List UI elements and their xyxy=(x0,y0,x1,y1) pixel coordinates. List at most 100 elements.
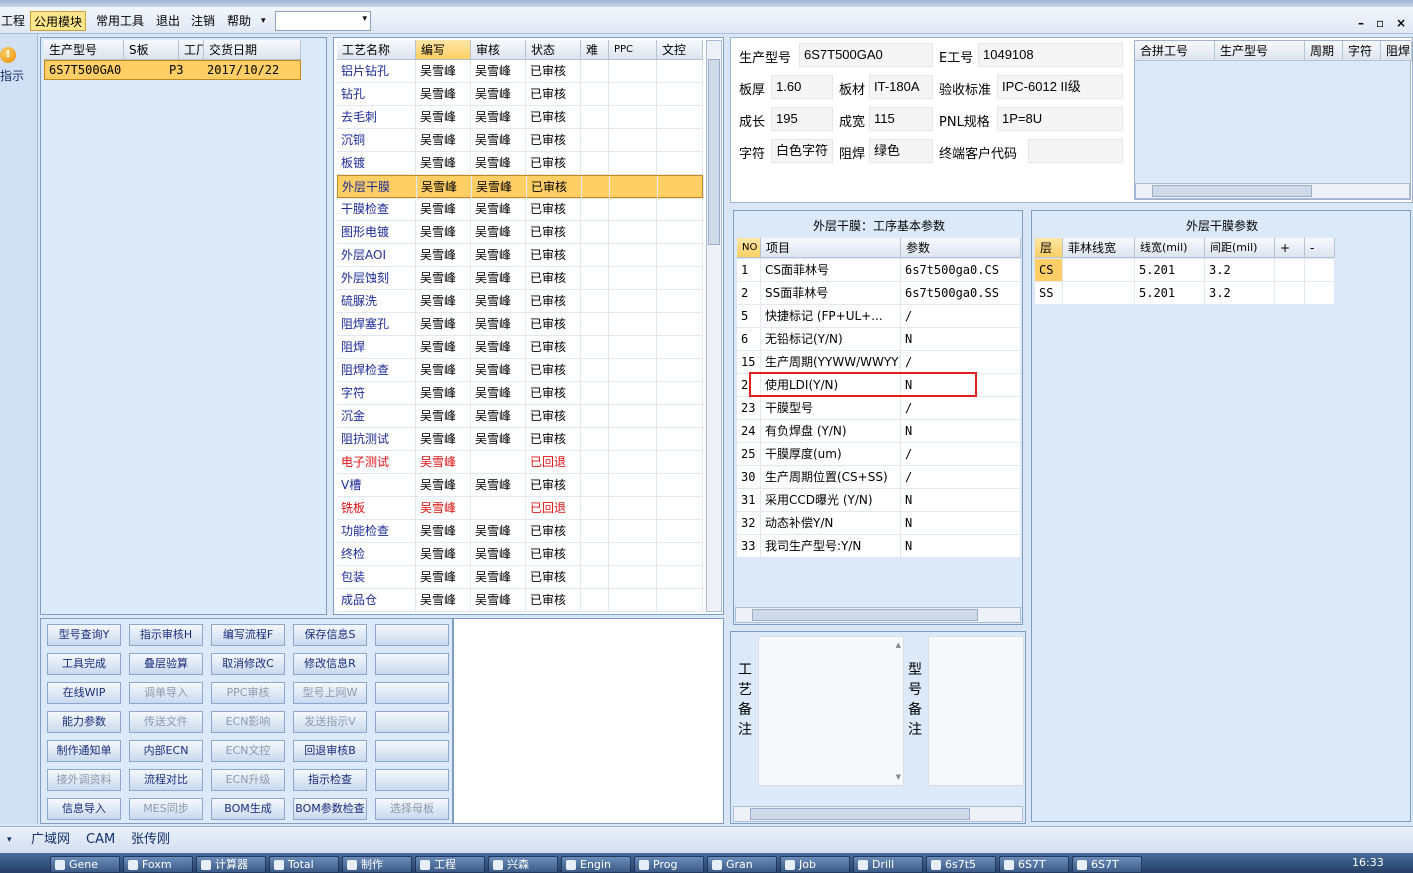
param-cell-no[interactable]: 2 xyxy=(737,282,761,305)
param-cell-val[interactable]: 6s7t500ga0.SS xyxy=(901,282,1021,305)
std-field[interactable]: IPC-6012 II级 xyxy=(997,75,1123,99)
minimize-icon[interactable]: – xyxy=(1358,16,1364,30)
outer-header-film[interactable]: 菲林线宽 xyxy=(1063,238,1135,258)
taskbar-item[interactable]: Foxm xyxy=(123,856,193,873)
action-button[interactable]: 指示审核H xyxy=(129,624,203,646)
param-cell-item[interactable]: 生产周期(YYWW/WWYY) xyxy=(761,351,901,374)
menu-combo[interactable] xyxy=(275,11,371,31)
model-field[interactable]: 6S7T500GA0 xyxy=(799,43,933,67)
process-row[interactable]: 外层蚀刻 吴雪峰 吴雪峰 已审核 xyxy=(334,267,706,290)
param-cell-item[interactable]: 我司生产型号:Y/N xyxy=(761,535,901,558)
process-row[interactable]: 功能检查 吴雪峰 吴雪峰 已审核 xyxy=(334,520,706,543)
process-vscroll-thumb[interactable] xyxy=(708,59,720,245)
merge-header-model[interactable]: 生产型号 xyxy=(1215,41,1305,61)
process-row[interactable]: 沉金 吴雪峰 吴雪峰 已审核 xyxy=(334,405,706,428)
param-cell-item[interactable]: 动态补偿Y/N xyxy=(761,512,901,535)
menu-project[interactable]: 工程 xyxy=(0,11,28,31)
menu-exit[interactable]: 退出 xyxy=(153,11,183,31)
mask-field[interactable]: 绿色 xyxy=(869,139,933,163)
mat-field[interactable]: IT-180A xyxy=(869,75,933,99)
outer-cell-empty[interactable] xyxy=(1305,282,1335,305)
param-cell-no[interactable]: 32 xyxy=(737,512,761,535)
param-cell-val[interactable]: N xyxy=(901,420,1021,443)
process-row[interactable]: 板镀 吴雪峰 吴雪峰 已审核 xyxy=(334,152,706,175)
merge-header-cycle[interactable]: 周期 xyxy=(1305,41,1343,61)
proc-header-reviewer[interactable]: 审核 xyxy=(471,40,526,60)
action-button[interactable]: 叠层验算 xyxy=(129,653,203,675)
outer-cell-sp[interactable]: 3.2 xyxy=(1205,282,1275,305)
orders-header-s[interactable]: S板 xyxy=(124,40,179,60)
param-cell-val[interactable]: N xyxy=(901,512,1021,535)
action-button[interactable]: ECN影响 xyxy=(211,711,285,733)
process-row[interactable]: 干膜检查 吴雪峰 吴雪峰 已审核 xyxy=(334,198,706,221)
order-row-selected[interactable]: 6S7T500GA0 P3 2017/10/22 xyxy=(44,60,301,80)
param-cell-item[interactable]: 采用CCD曝光 (Y/N) xyxy=(761,489,901,512)
action-button[interactable]: MES同步 xyxy=(129,798,203,820)
process-row[interactable]: 沉铜 吴雪峰 吴雪峰 已审核 xyxy=(334,129,706,152)
action-button[interactable]: PPC审核 xyxy=(211,682,285,704)
outer-cell-layer[interactable]: SS xyxy=(1035,282,1063,305)
merge-header-mask[interactable]: 阻焊 xyxy=(1381,41,1412,61)
outer-cell-layer[interactable]: CS xyxy=(1035,259,1063,282)
outer-header-plus[interactable]: + xyxy=(1275,238,1305,258)
param-cell-item[interactable]: 干膜型号 xyxy=(761,397,901,420)
param-cell-no[interactable]: 24 xyxy=(737,420,761,443)
param-cell-no[interactable]: 30 xyxy=(737,466,761,489)
orders-header-model[interactable]: 生产型号 xyxy=(44,40,124,60)
cust-field[interactable] xyxy=(1028,139,1123,163)
taskbar-item[interactable]: Gene xyxy=(50,856,120,873)
orders-header-factory[interactable]: 工厂 xyxy=(179,40,204,60)
outer-cell-sp[interactable]: 3.2 xyxy=(1205,259,1275,282)
action-button[interactable] xyxy=(375,740,449,762)
action-button[interactable]: 调单导入 xyxy=(129,682,203,704)
action-button[interactable]: 发送指示V xyxy=(293,711,367,733)
action-button[interactable]: 型号上网W xyxy=(293,682,367,704)
indicator-icon[interactable]: ! xyxy=(0,47,16,63)
action-button[interactable]: 内部ECN xyxy=(129,740,203,762)
menu-help[interactable]: 帮助 xyxy=(224,11,254,31)
action-button[interactable]: 回退审核B xyxy=(293,740,367,762)
param-cell-no[interactable]: 6 xyxy=(737,328,761,351)
process-row[interactable]: 包装 吴雪峰 吴雪峰 已审核 xyxy=(334,566,706,589)
e-no-field[interactable]: 1049108 xyxy=(978,43,1123,67)
action-button[interactable] xyxy=(375,653,449,675)
outer-cell-film[interactable] xyxy=(1063,259,1135,282)
action-button[interactable]: ECN文控 xyxy=(211,740,285,762)
restore-icon[interactable]: ▫ xyxy=(1376,16,1384,30)
param-cell-item[interactable]: 干膜厚度(um) xyxy=(761,443,901,466)
process-row[interactable]: 图形电镀 吴雪峰 吴雪峰 已审核 xyxy=(334,221,706,244)
outer-cell-empty[interactable] xyxy=(1275,259,1305,282)
outer-header-lw[interactable]: 线宽(mil) xyxy=(1135,238,1205,258)
param-cell-no[interactable]: 15 xyxy=(737,351,761,374)
params-hscroll[interactable] xyxy=(735,607,1021,623)
param-cell-val[interactable]: / xyxy=(901,305,1021,328)
action-button[interactable] xyxy=(375,624,449,646)
strip-label[interactable]: 指示 xyxy=(0,67,24,84)
outer-cell-empty[interactable] xyxy=(1305,259,1335,282)
process-row[interactable]: 字符 吴雪峰 吴雪峰 已审核 xyxy=(334,382,706,405)
taskbar-item[interactable]: 6S7T xyxy=(1072,856,1142,873)
param-cell-no[interactable]: 25 xyxy=(737,443,761,466)
outer-cell-lw[interactable]: 5.201 xyxy=(1135,282,1205,305)
param-cell-item[interactable]: 无铅标记(Y/N) xyxy=(761,328,901,351)
process-row[interactable]: 阻焊检查 吴雪峰 吴雪峰 已审核 xyxy=(334,359,706,382)
len-field[interactable]: 195 xyxy=(771,107,833,131)
params-header-no[interactable]: NO xyxy=(737,238,761,258)
param-cell-val[interactable]: N xyxy=(901,328,1021,351)
process-row[interactable]: 阻焊塞孔 吴雪峰 吴雪峰 已审核 xyxy=(334,313,706,336)
process-vscroll[interactable] xyxy=(706,40,722,612)
char-field[interactable]: 白色字符 xyxy=(771,139,833,163)
action-button[interactable] xyxy=(375,711,449,733)
outer-header-minus[interactable]: - xyxy=(1305,238,1335,258)
params-hscroll-thumb[interactable] xyxy=(752,609,978,621)
taskbar-item[interactable]: 兴森 xyxy=(488,856,558,873)
param-cell-val[interactable]: N xyxy=(901,489,1021,512)
outer-cell-empty[interactable] xyxy=(1275,282,1305,305)
taskbar-item[interactable]: 6S7T xyxy=(999,856,1069,873)
action-button[interactable]: 制作通知单 xyxy=(47,740,121,762)
action-button[interactable]: 选择母板 xyxy=(375,798,449,820)
outer-cell-film[interactable] xyxy=(1063,282,1135,305)
status-dropdown-icon[interactable]: ▾ xyxy=(7,831,12,849)
process-row[interactable]: 钻孔 吴雪峰 吴雪峰 已审核 xyxy=(334,83,706,106)
scroll-up-icon[interactable]: ▲ xyxy=(896,641,901,649)
